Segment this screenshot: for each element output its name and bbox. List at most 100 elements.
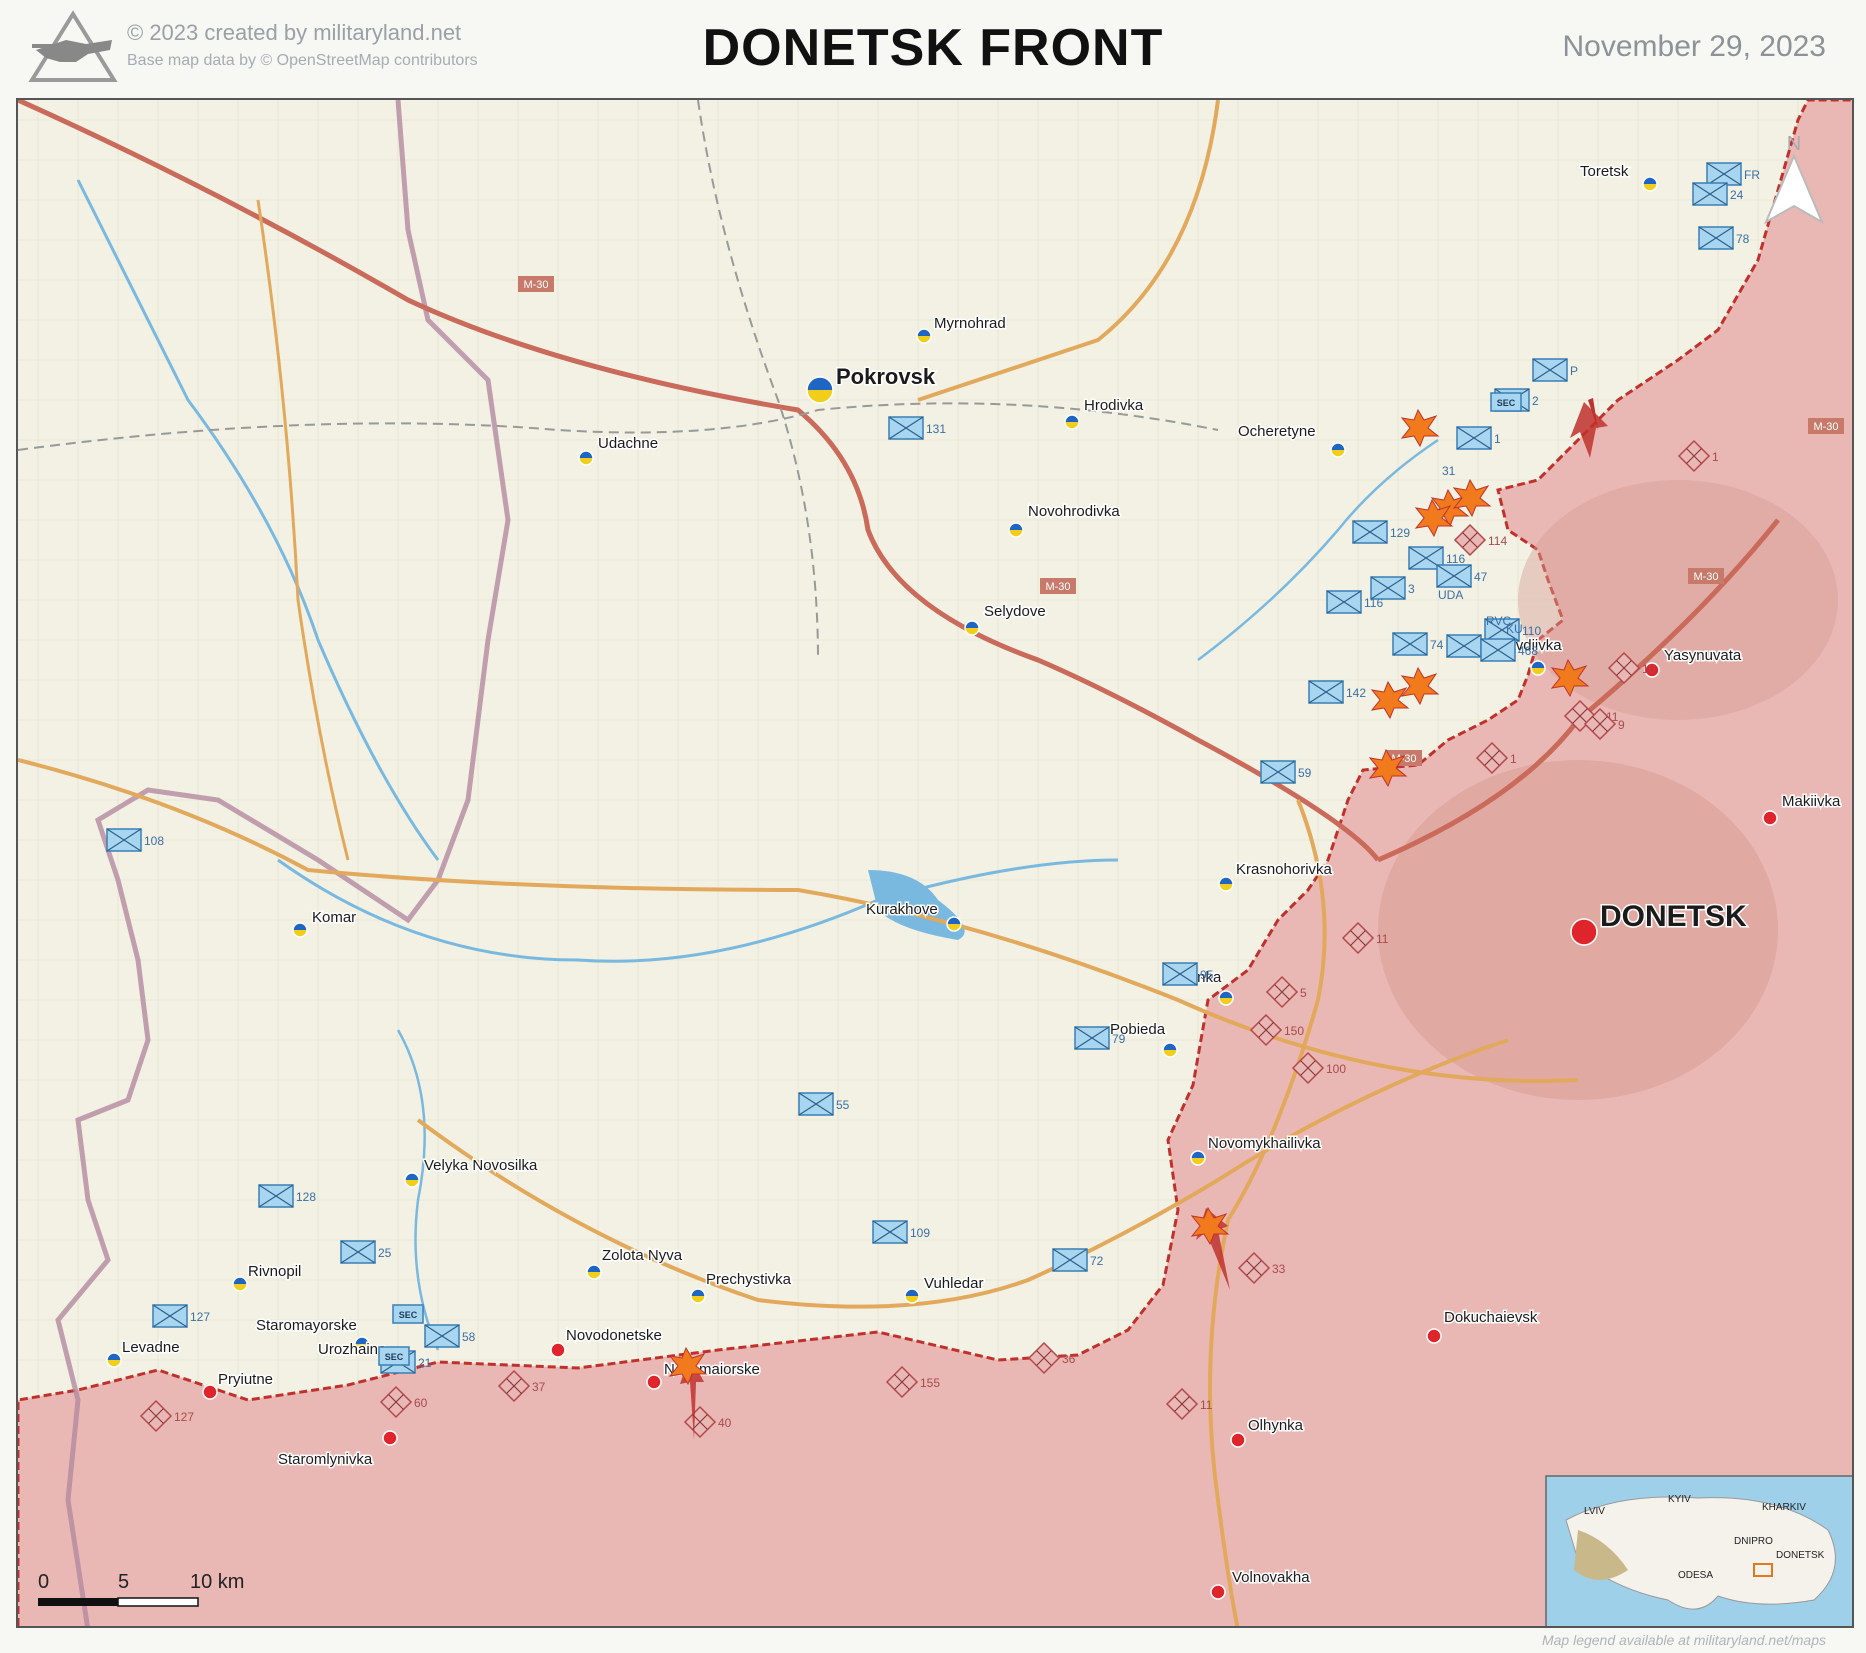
svg-text:DNIPRO: DNIPRO	[1734, 1536, 1773, 1547]
svg-text:114: 114	[1488, 534, 1507, 548]
svg-text:37: 37	[532, 1380, 546, 1394]
svg-text:150: 150	[1284, 1024, 1304, 1038]
svg-text:109: 109	[910, 1226, 930, 1240]
city-label: Selydove	[984, 603, 1046, 620]
svg-text:25: 25	[378, 1246, 392, 1260]
ua-unit-symbol: SEC	[378, 1346, 410, 1366]
city-label: Krasnohorivka	[1236, 861, 1333, 878]
svg-text:24: 24	[1730, 188, 1744, 202]
svg-text:59: 59	[1298, 766, 1312, 780]
svg-text:40: 40	[718, 1416, 732, 1430]
city-label: Zolota Nyva	[602, 1247, 683, 1264]
inset-ukraine-map: LVIV KYIV KHARKIV DNIPRO DONETSK ODESA	[1545, 1475, 1852, 1626]
svg-text:58: 58	[462, 1330, 476, 1344]
svg-text:108: 108	[144, 834, 164, 848]
svg-text:129: 129	[1390, 526, 1410, 540]
svg-text:110: 110	[1522, 624, 1541, 638]
svg-text:127: 127	[190, 1310, 210, 1324]
city-label: Udachne	[598, 435, 658, 452]
svg-text:FR: FR	[1744, 168, 1760, 182]
svg-text:ODESA: ODESA	[1678, 1570, 1713, 1581]
svg-text:36: 36	[1062, 1352, 1076, 1366]
map-date: November 29, 2023	[1562, 30, 1827, 63]
svg-text:P: P	[1570, 364, 1578, 378]
ua-unit-symbol: KU	[1506, 622, 1523, 636]
svg-text:95: 95	[1200, 968, 1214, 982]
city-label: Velyka Novosilka	[424, 1157, 538, 1174]
ua-unit-symbol: 31	[1442, 464, 1456, 478]
header: © 2023 created by militaryland.net Base …	[0, 0, 1866, 98]
svg-text:128: 128	[296, 1190, 316, 1204]
city-label: Toretsk	[1580, 163, 1629, 180]
svg-text:21: 21	[418, 1356, 432, 1370]
svg-text:M-30: M-30	[1045, 581, 1070, 593]
svg-text:1: 1	[1712, 450, 1719, 464]
svg-text:47: 47	[1474, 570, 1488, 584]
city-label: Dokuchaievsk	[1444, 1309, 1538, 1326]
svg-text:468: 468	[1518, 644, 1538, 658]
svg-text:0: 0	[38, 1571, 49, 1593]
svg-text:33: 33	[1272, 1262, 1286, 1276]
svg-text:5: 5	[1300, 986, 1307, 1000]
city-label: Pryiutne	[218, 1371, 273, 1388]
city-label: Volnovakha	[1232, 1569, 1310, 1586]
svg-text:9: 9	[1618, 718, 1625, 732]
svg-text:72: 72	[1090, 1254, 1104, 1268]
svg-text:127: 127	[174, 1410, 194, 1424]
svg-text:2: 2	[1532, 394, 1539, 408]
svg-text:UDA: UDA	[1438, 588, 1463, 602]
svg-text:SEC: SEC	[385, 1352, 404, 1362]
svg-text:N: N	[1787, 133, 1801, 155]
city-label: Novomykhailivka	[1208, 1135, 1321, 1152]
svg-text:55: 55	[836, 1098, 850, 1112]
city-label: Yasynuvata	[1664, 647, 1742, 664]
svg-text:M-30: M-30	[1813, 421, 1838, 433]
ua-unit-symbol: SEC	[1490, 392, 1522, 412]
svg-text:KHARKIV: KHARKIV	[1762, 1502, 1806, 1513]
svg-text:1: 1	[1494, 432, 1501, 446]
svg-text:155: 155	[920, 1376, 940, 1390]
city-label: Levadne	[122, 1339, 180, 1356]
svg-text:5: 5	[118, 1571, 129, 1593]
svg-text:31: 31	[1442, 464, 1456, 478]
svg-text:74: 74	[1430, 638, 1444, 652]
city-label: Vuhledar	[924, 1275, 984, 1292]
svg-text:M-30: M-30	[523, 279, 548, 291]
city-label: Ocheretyne	[1238, 423, 1316, 440]
city-label: Olhynka	[1248, 1417, 1304, 1434]
ua-unit-symbol: SEC	[392, 1304, 424, 1324]
svg-text:1: 1	[1510, 752, 1517, 766]
city-label: Komar	[312, 909, 356, 926]
city-label: Novohrodivka	[1028, 503, 1120, 520]
city-label: Prechystivka	[706, 1271, 792, 1288]
map[interactable]: M-30 M-30 M-30 M-30 M-30 Toretsk Myrnohra…	[16, 98, 1854, 1628]
svg-text:60: 60	[414, 1396, 428, 1410]
city-label: Makiivka	[1782, 793, 1841, 810]
svg-text:10: 10	[1642, 662, 1656, 676]
svg-text:KYIV: KYIV	[1668, 1494, 1691, 1505]
city-label: Hrodivka	[1084, 397, 1144, 414]
city-label: Urozhaine	[318, 1341, 386, 1358]
map-canvas[interactable]: M-30 M-30 M-30 M-30 M-30 ToretskMyrnohra…	[18, 100, 1854, 1628]
svg-text:SEC: SEC	[1497, 398, 1516, 408]
svg-text:SEC: SEC	[399, 1310, 418, 1320]
svg-text:142: 142	[1346, 686, 1366, 700]
svg-text:LVIV: LVIV	[1584, 1506, 1605, 1517]
svg-text:11: 11	[1200, 1398, 1213, 1412]
legend-note: Map legend available at militaryland.net…	[1541, 1632, 1826, 1648]
svg-text:79: 79	[1112, 1032, 1126, 1046]
city-label: Staromayorske	[256, 1317, 357, 1334]
ua-unit-symbol: UDA	[1438, 588, 1463, 602]
svg-text:100: 100	[1326, 1062, 1346, 1076]
svg-text:131: 131	[926, 422, 946, 436]
city-label: Myrnohrad	[934, 315, 1006, 332]
city-label: Novodonetske	[566, 1327, 662, 1344]
svg-text:KU: KU	[1506, 622, 1523, 636]
city-label: Kurakhove	[866, 901, 938, 918]
city-label: DONETSK	[1600, 900, 1747, 933]
svg-text:78: 78	[1736, 232, 1750, 246]
svg-text:116: 116	[1446, 552, 1465, 566]
svg-text:3: 3	[1408, 582, 1415, 596]
svg-text:10 km: 10 km	[190, 1571, 244, 1593]
city-label: Staromlynivka	[278, 1451, 373, 1468]
